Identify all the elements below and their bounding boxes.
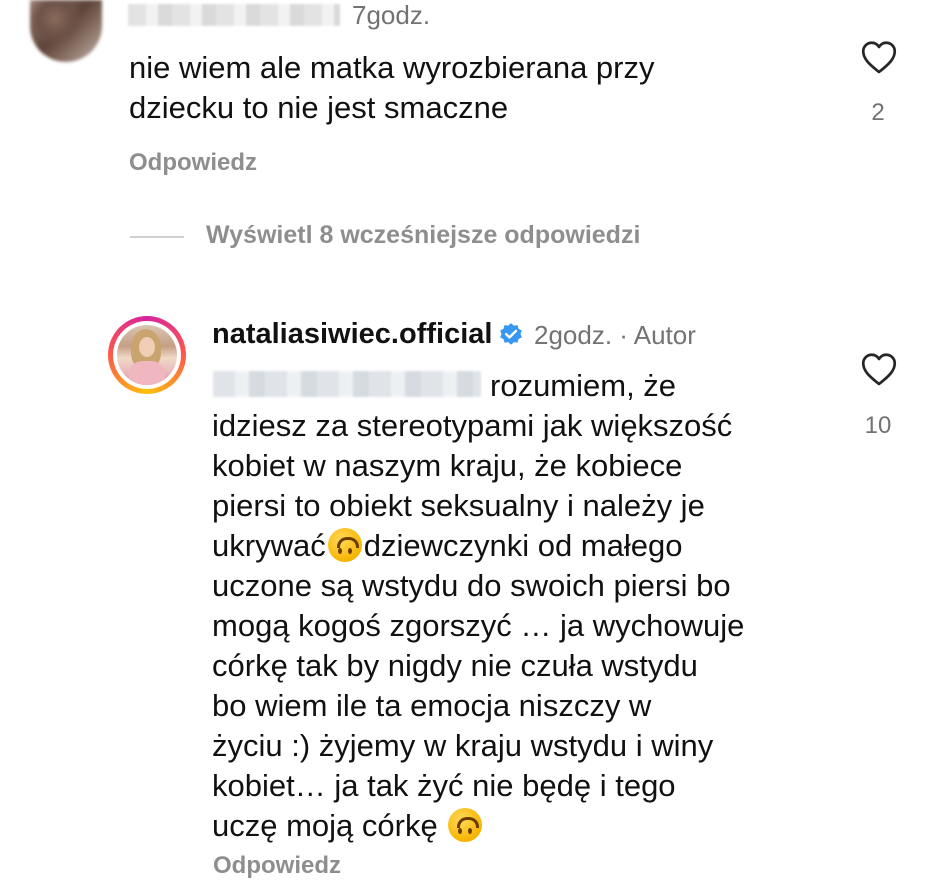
avatar[interactable]: [30, 0, 102, 62]
username[interactable]: nataliasiwiec.official: [212, 318, 492, 351]
upside-down-face-emoji-icon: [327, 528, 362, 562]
comment-text: nie wiem ale matka wyrozbierana przy dzi…: [129, 48, 655, 128]
comment-line: rozumiem, że: [490, 368, 677, 403]
comment-line: mogą kogoś zgorszyć … ja wychowuje: [212, 608, 745, 643]
comment-line: życiu :) żyjemy w kraju wstydu i winy: [212, 728, 714, 763]
comment-line: córkę tak by nigdy nie czuła wstydu: [212, 648, 698, 683]
comment-line: piersi to obiekt seksualny i należy je: [212, 488, 705, 523]
comment-line: nie wiem ale matka wyrozbierana przy: [129, 50, 655, 85]
reply-button[interactable]: Odpowiedz: [129, 149, 257, 177]
divider: [130, 236, 184, 238]
reply-button[interactable]: Odpowiedz: [213, 852, 341, 880]
comment-line: uczę moją córkę: [212, 806, 842, 846]
comment-line: idziesz za stereotypami jak większość: [212, 408, 733, 443]
comment-line: uczone są wstydu do swoich piersi bo: [212, 568, 731, 603]
like-count: 2: [871, 99, 885, 126]
comment-time: 7godz.: [352, 0, 431, 30]
comment-line: dziecku to nie jest smaczne: [129, 90, 509, 125]
like-count: 10: [864, 412, 892, 439]
comment-line: bo wiem ile ta emocja niszczy w: [212, 688, 652, 723]
comment-line: kobiet w naszym kraju, że kobiece: [212, 448, 683, 483]
view-more-replies-button[interactable]: Wyświetl 8 wcześniejsze odpowiedzi: [206, 221, 640, 250]
comment-text: rozumiem, że idziesz za stereotypami jak…: [212, 366, 842, 846]
comment-line: ukrywać dziewczynki od małego: [212, 528, 683, 563]
heart-icon[interactable]: [861, 352, 897, 386]
heart-icon[interactable]: [861, 40, 897, 74]
comment-time: 2godz. · Autor: [534, 320, 696, 350]
username-redacted[interactable]: [128, 4, 340, 26]
comment-line: kobiet… ja tak żyć nie będę i tego: [212, 768, 676, 803]
avatar[interactable]: [117, 325, 177, 385]
upside-down-face-emoji-icon: [448, 808, 483, 842]
verified-badge-icon: [500, 323, 522, 345]
